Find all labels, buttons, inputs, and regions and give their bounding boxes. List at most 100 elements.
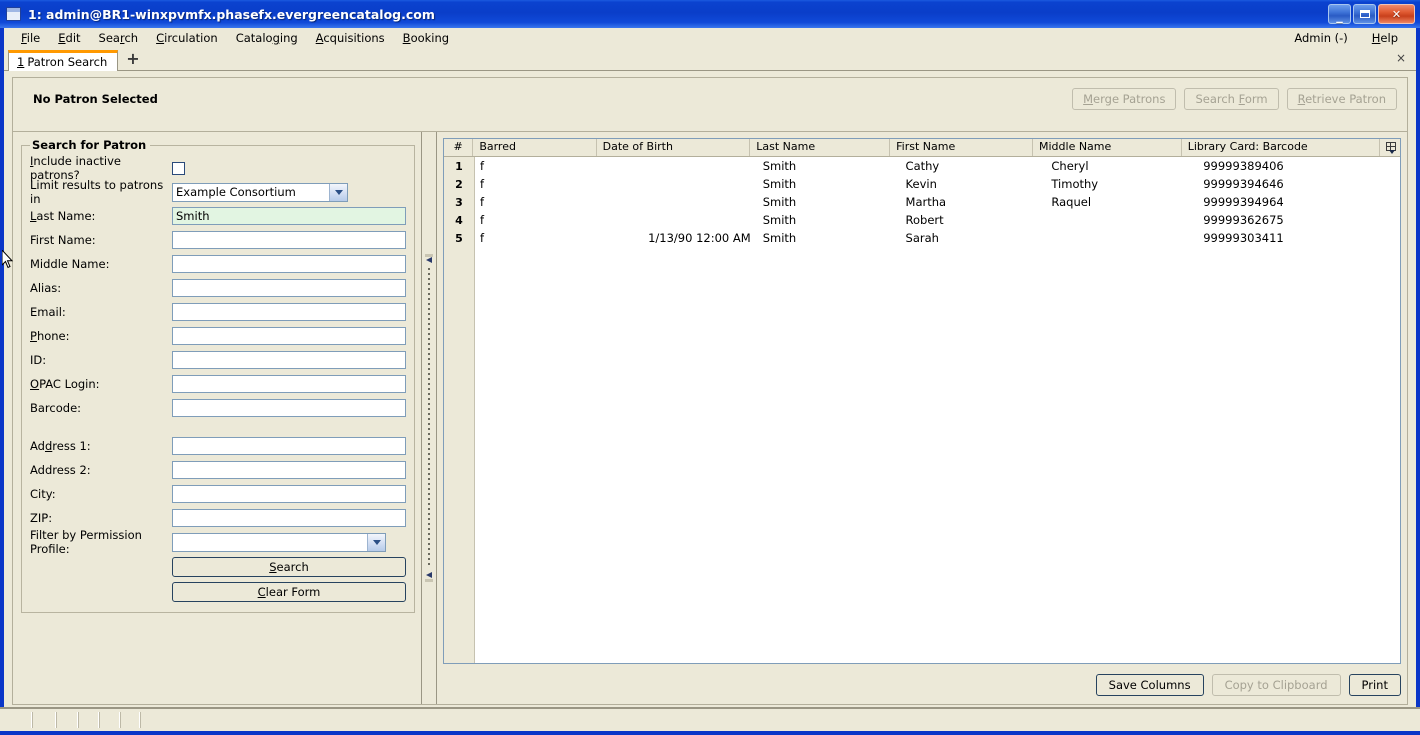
save-columns-button[interactable]: Save Columns — [1095, 674, 1204, 696]
zip-label: ZIP: — [30, 511, 53, 525]
limit-results-value: Example Consortium — [176, 185, 296, 199]
menu-booking[interactable]: Booking — [394, 30, 458, 46]
column-header-barred[interactable]: Barred — [473, 139, 597, 156]
column-header-last-name[interactable]: Last Name — [750, 139, 891, 156]
middle-name-input[interactable] — [172, 255, 406, 273]
city-input[interactable] — [172, 485, 406, 503]
cell-barcode: 99999394964 — [1203, 195, 1284, 209]
cell-number: 3 — [455, 195, 463, 209]
email-label: Email: — [30, 305, 66, 319]
merge-patrons-button[interactable]: Merge Patrons — [1072, 88, 1177, 110]
zip-input[interactable] — [172, 509, 406, 527]
title-bar: 1: admin@BR1-winxpvmfx.phasefx.evergreen… — [0, 0, 1420, 28]
status-segment — [120, 712, 140, 728]
cell-last-name: Smith — [762, 231, 797, 245]
cell-barcode: 99999389406 — [1203, 159, 1284, 173]
menu-edit[interactable]: Edit — [49, 30, 89, 46]
cell-barred: f — [479, 177, 485, 191]
collapse-left-icon-bottom[interactable] — [425, 572, 433, 579]
address1-input[interactable] — [172, 437, 406, 455]
menu-bar-right: Admin (-) Help — [1282, 30, 1410, 46]
table-row[interactable]: 4 f Smith Robert 99999362675 — [444, 211, 1400, 229]
main-content: No Patron Selected Merge Patrons Search … — [4, 71, 1416, 705]
email-input[interactable] — [172, 303, 406, 321]
cell-number: 2 — [455, 177, 463, 191]
cell-middle-name: Cheryl — [1051, 159, 1089, 173]
new-tab-button[interactable]: + — [118, 50, 147, 67]
search-button[interactable]: Search — [172, 556, 406, 577]
cell-barcode: 99999394646 — [1203, 177, 1284, 191]
menu-bar: File Edit Search Circulation Cataloging … — [4, 28, 1416, 48]
status-segment — [32, 712, 56, 728]
results-grid-header: # Barred Date of Birth Last Name First N… — [444, 139, 1400, 157]
table-row[interactable]: 1 f Smith Cathy Cheryl 99999389406 — [444, 157, 1400, 175]
minimize-button[interactable]: _ — [1328, 4, 1351, 24]
pane-splitter[interactable] — [421, 132, 437, 704]
window-controls: _ ✕ — [1328, 4, 1418, 24]
form-spacer — [30, 420, 406, 434]
split-panes: Search for Patron Include inactive patro… — [12, 131, 1408, 705]
tab-number: 1 — [17, 55, 25, 69]
maximize-button[interactable] — [1353, 4, 1376, 24]
tab-label: Patron Search — [27, 55, 108, 69]
search-form-button[interactable]: Search Form — [1184, 88, 1279, 110]
menu-file[interactable]: File — [12, 30, 49, 46]
menu-circulation[interactable]: Circulation — [147, 30, 227, 46]
clear-form-button[interactable]: Clear Form — [172, 581, 406, 602]
search-pane: Search for Patron Include inactive patro… — [13, 132, 421, 704]
menu-search[interactable]: Search — [90, 30, 148, 46]
city-row: City: — [30, 482, 406, 506]
alias-input[interactable] — [172, 279, 406, 297]
cell-number: 4 — [455, 213, 463, 227]
close-button[interactable]: ✕ — [1378, 4, 1415, 24]
column-header-number[interactable]: # — [444, 139, 474, 156]
splitter-grip[interactable] — [428, 268, 430, 568]
column-header-dob[interactable]: Date of Birth — [597, 139, 751, 156]
window-title: 1: admin@BR1-winxpvmfx.phasefx.evergreen… — [28, 6, 435, 22]
first-name-input[interactable] — [172, 231, 406, 249]
cell-last-name: Smith — [762, 213, 797, 227]
table-row[interactable]: 5 f 1/13/90 12:00 AM Smith Sarah 9999930… — [444, 229, 1400, 247]
collapse-left-icon[interactable] — [425, 257, 433, 264]
first-name-row: First Name: — [30, 228, 406, 252]
cell-barcode: 99999303411 — [1203, 231, 1284, 245]
menu-admin[interactable]: Admin (-) — [1282, 30, 1359, 46]
last-name-row: Last Name: — [30, 204, 406, 228]
cell-number: 5 — [455, 231, 463, 245]
menu-cataloging[interactable]: Cataloging — [227, 30, 307, 46]
menu-acquisitions[interactable]: Acquisitions — [307, 30, 394, 46]
column-header-middle-name[interactable]: Middle Name — [1033, 139, 1182, 156]
phone-input[interactable] — [172, 327, 406, 345]
column-picker-icon[interactable] — [1380, 139, 1400, 156]
cell-barred: f — [479, 213, 485, 227]
address1-label: Address 1: — [30, 439, 91, 453]
phone-row: Phone: — [30, 324, 406, 348]
menu-help[interactable]: Help — [1360, 30, 1410, 46]
results-grid: # Barred Date of Birth Last Name First N… — [443, 138, 1401, 664]
table-row[interactable]: 3 f Smith Martha Raquel 99999394964 — [444, 193, 1400, 211]
copy-to-clipboard-button[interactable]: Copy to Clipboard — [1211, 674, 1341, 696]
cell-barcode: 99999362675 — [1203, 213, 1284, 227]
first-name-label: First Name: — [30, 233, 96, 247]
cell-middle-name: Raquel — [1051, 195, 1092, 209]
tab-patron-search[interactable]: 1 Patron Search — [8, 50, 119, 71]
print-button[interactable]: Print — [1348, 674, 1401, 696]
barcode-input[interactable] — [172, 399, 406, 417]
chevron-down-icon — [367, 533, 385, 551]
middle-name-row: Middle Name: — [30, 252, 406, 276]
permission-profile-select[interactable] — [172, 532, 386, 552]
column-header-first-name[interactable]: First Name — [890, 139, 1033, 156]
close-tab-button[interactable]: × — [1396, 51, 1416, 67]
address2-input[interactable] — [172, 461, 406, 479]
opac-login-input[interactable] — [172, 375, 406, 393]
opac-login-row: OPAC Login: — [30, 372, 406, 396]
table-row[interactable]: 2 f Smith Kevin Timothy 99999394646 — [444, 175, 1400, 193]
last-name-input[interactable] — [172, 207, 406, 225]
column-header-barcode[interactable]: Library Card: Barcode — [1182, 139, 1381, 156]
limit-results-select[interactable]: Example Consortium — [172, 182, 348, 202]
include-inactive-checkbox[interactable] — [172, 161, 185, 175]
retrieve-patron-button[interactable]: Retrieve Patron — [1286, 88, 1397, 110]
alias-label: Alias: — [30, 281, 62, 295]
id-input[interactable] — [172, 351, 406, 369]
status-segment — [56, 712, 78, 728]
